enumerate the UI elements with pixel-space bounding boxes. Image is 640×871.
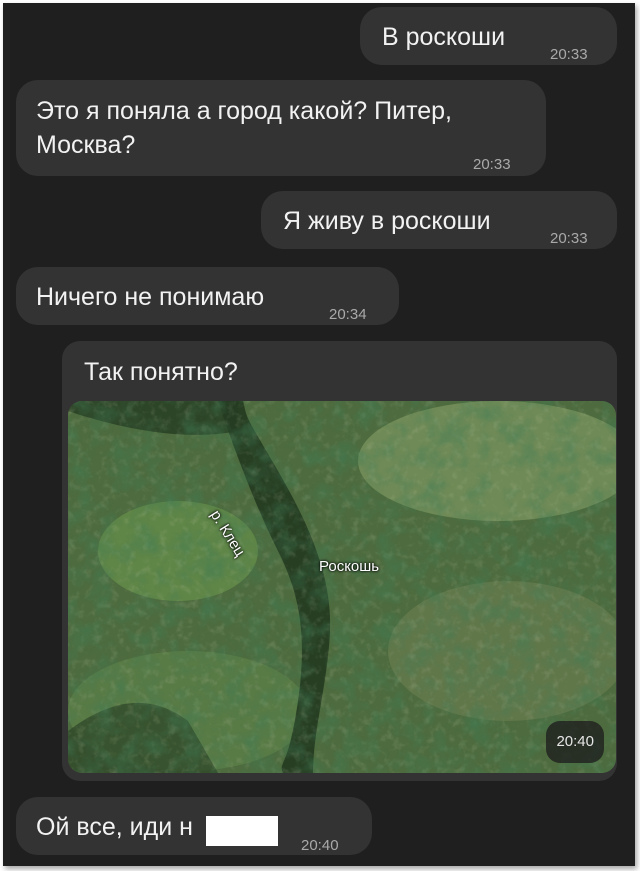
message-text: Так понятно? [84, 358, 238, 386]
message-time: 20:34 [329, 306, 367, 323]
message-bubble-outgoing[interactable]: Я живу в роскоши 20:33 [261, 191, 617, 249]
message-time: 20:40 [301, 837, 339, 854]
redaction-block [206, 816, 278, 846]
message-bubble-outgoing-map[interactable]: Так понятно? р. Клец Роскошь 20:40 [62, 341, 617, 781]
message-text: Это я поняла а город какой? Питер, Москв… [36, 97, 452, 159]
message-text: Я живу в роскоши [283, 207, 491, 235]
message-text: В роскоши [382, 23, 506, 51]
message-time: 20:33 [473, 156, 511, 173]
map-image[interactable]: р. Клец Роскошь 20:40 [68, 401, 616, 773]
message-time: 20:33 [550, 230, 588, 247]
chat-window: В роскоши 20:33 Это я поняла а город как… [3, 3, 635, 866]
message-time: 20:33 [550, 46, 588, 63]
message-time: 20:40 [546, 721, 604, 763]
message-bubble-incoming[interactable]: Ничего не понимаю 20:34 [16, 267, 399, 325]
message-bubble-incoming[interactable]: Ой все, иди н 20:40 [16, 797, 372, 855]
message-text: Ой все, иди н [36, 813, 193, 841]
message-bubble-outgoing[interactable]: В роскоши 20:33 [360, 7, 617, 65]
place-label: Роскошь [319, 558, 380, 575]
message-text: Ничего не понимаю [36, 283, 265, 311]
message-bubble-incoming[interactable]: Это я поняла а город какой? Питер, Москв… [16, 80, 546, 176]
